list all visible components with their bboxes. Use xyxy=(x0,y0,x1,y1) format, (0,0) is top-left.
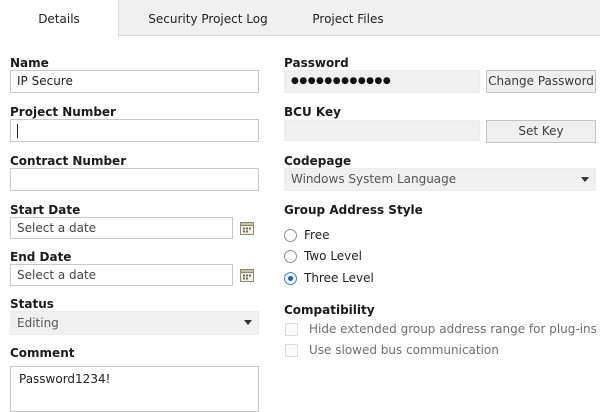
end-date-input[interactable]: Select a date xyxy=(10,264,233,286)
radio-label: Two Level xyxy=(304,249,362,263)
bcu-key-label: BCU Key xyxy=(284,105,341,119)
tab-security-project-log[interactable]: Security Project Log xyxy=(136,0,280,36)
name-label: Name xyxy=(10,56,49,70)
status-value: Editing xyxy=(17,316,59,330)
checkbox[interactable] xyxy=(285,323,298,336)
start-date-input[interactable]: Select a date xyxy=(10,217,233,239)
text-cursor xyxy=(17,123,18,138)
change-password-button[interactable]: Change Password xyxy=(486,70,596,93)
set-key-button[interactable]: Set Key xyxy=(486,120,596,143)
checkbox[interactable] xyxy=(285,344,298,357)
name-input[interactable]: IP Secure xyxy=(10,70,259,93)
tab-bar-divider xyxy=(118,35,600,36)
group-address-style-label: Group Address Style xyxy=(284,203,423,217)
project-number-input[interactable] xyxy=(10,119,259,142)
tab-bar: Details Security Project Log Project Fil… xyxy=(0,0,600,37)
chevron-down-icon xyxy=(581,177,589,182)
codepage-label: Codepage xyxy=(284,154,352,168)
codepage-value: Windows System Language xyxy=(291,172,457,186)
contract-number-label: Contract Number xyxy=(10,154,127,168)
comment-label: Comment xyxy=(10,346,75,360)
codepage-dropdown[interactable]: Windows System Language xyxy=(284,168,596,191)
radio-button[interactable] xyxy=(284,250,297,263)
radio-label: Free xyxy=(304,228,330,242)
contract-number-input[interactable] xyxy=(10,168,259,191)
password-label: Password xyxy=(284,56,349,70)
calendar-icon[interactable] xyxy=(239,267,255,283)
radio-selected-dot xyxy=(288,276,293,281)
radio-button[interactable] xyxy=(284,229,297,242)
tab-project-files[interactable]: Project Files xyxy=(296,0,400,36)
radio-label: Three Level xyxy=(304,271,374,285)
bcu-key-field[interactable] xyxy=(284,120,480,141)
status-dropdown[interactable]: Editing xyxy=(10,311,259,335)
password-field[interactable]: ●●●●●●●●●●●● xyxy=(284,70,480,93)
end-date-label: End Date xyxy=(10,250,72,264)
project-number-label: Project Number xyxy=(10,105,116,119)
compatibility-label: Compatibility xyxy=(284,303,375,317)
chevron-down-icon xyxy=(244,320,252,325)
status-label: Status xyxy=(10,297,54,311)
tab-details[interactable]: Details xyxy=(0,0,119,37)
comment-textarea[interactable]: Password1234! xyxy=(10,366,259,412)
radio-button-selected[interactable] xyxy=(284,272,297,285)
checkbox-label: Hide extended group address range for pl… xyxy=(309,322,597,336)
checkbox-label: Use slowed bus communication xyxy=(309,343,499,357)
start-date-label: Start Date xyxy=(10,203,81,217)
calendar-icon[interactable] xyxy=(239,220,255,236)
